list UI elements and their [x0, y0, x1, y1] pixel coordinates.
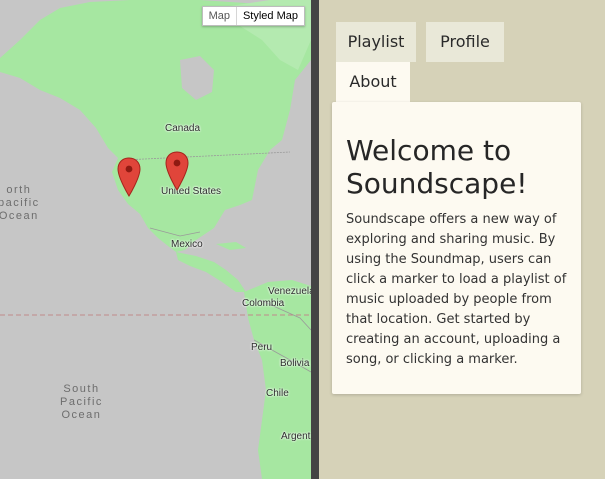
- map-basemap: [0, 0, 311, 479]
- tab-playlist[interactable]: Playlist: [336, 22, 416, 62]
- app-root: Map Styled Map Canada United States Mexi…: [0, 0, 605, 479]
- map-label-argentina: Argent: [281, 431, 311, 442]
- map-marker-west-coast[interactable]: [117, 157, 141, 197]
- map-type-map-button[interactable]: Map: [203, 7, 236, 25]
- tab-about[interactable]: About: [336, 62, 410, 104]
- about-body: Soundscape offers a new way of exploring…: [346, 212, 567, 367]
- map-label-canada: Canada: [165, 123, 201, 134]
- soundmap[interactable]: Map Styled Map Canada United States Mexi…: [0, 0, 311, 479]
- tab-profile[interactable]: Profile: [426, 22, 504, 62]
- map-label-chile: Chile: [266, 388, 289, 399]
- map-label-bolivia: Bolivia: [280, 358, 310, 369]
- about-title: Welcome to Soundscape!: [346, 134, 528, 200]
- panel-divider: [311, 0, 319, 479]
- map-label-mexico: Mexico: [171, 239, 203, 250]
- about-card: Welcome to Soundscape! Soundscape offers…: [332, 102, 581, 394]
- ocean-label-south-pacific: South Pacific Ocean: [60, 383, 103, 421]
- map-type-styled-button[interactable]: Styled Map: [235, 7, 304, 25]
- map-type-control: Map Styled Map: [201, 6, 305, 26]
- ocean-label-north-pacific: orth pacific Ocean: [0, 184, 40, 222]
- map-label-venezuela: Venezuela: [268, 286, 311, 297]
- side-panel: Playlist Profile About Welcome to Sounds…: [319, 0, 605, 479]
- map-label-peru: Peru: [251, 342, 273, 353]
- map-label-colombia: Colombia: [242, 298, 285, 309]
- map-marker-mountain[interactable]: [165, 151, 189, 191]
